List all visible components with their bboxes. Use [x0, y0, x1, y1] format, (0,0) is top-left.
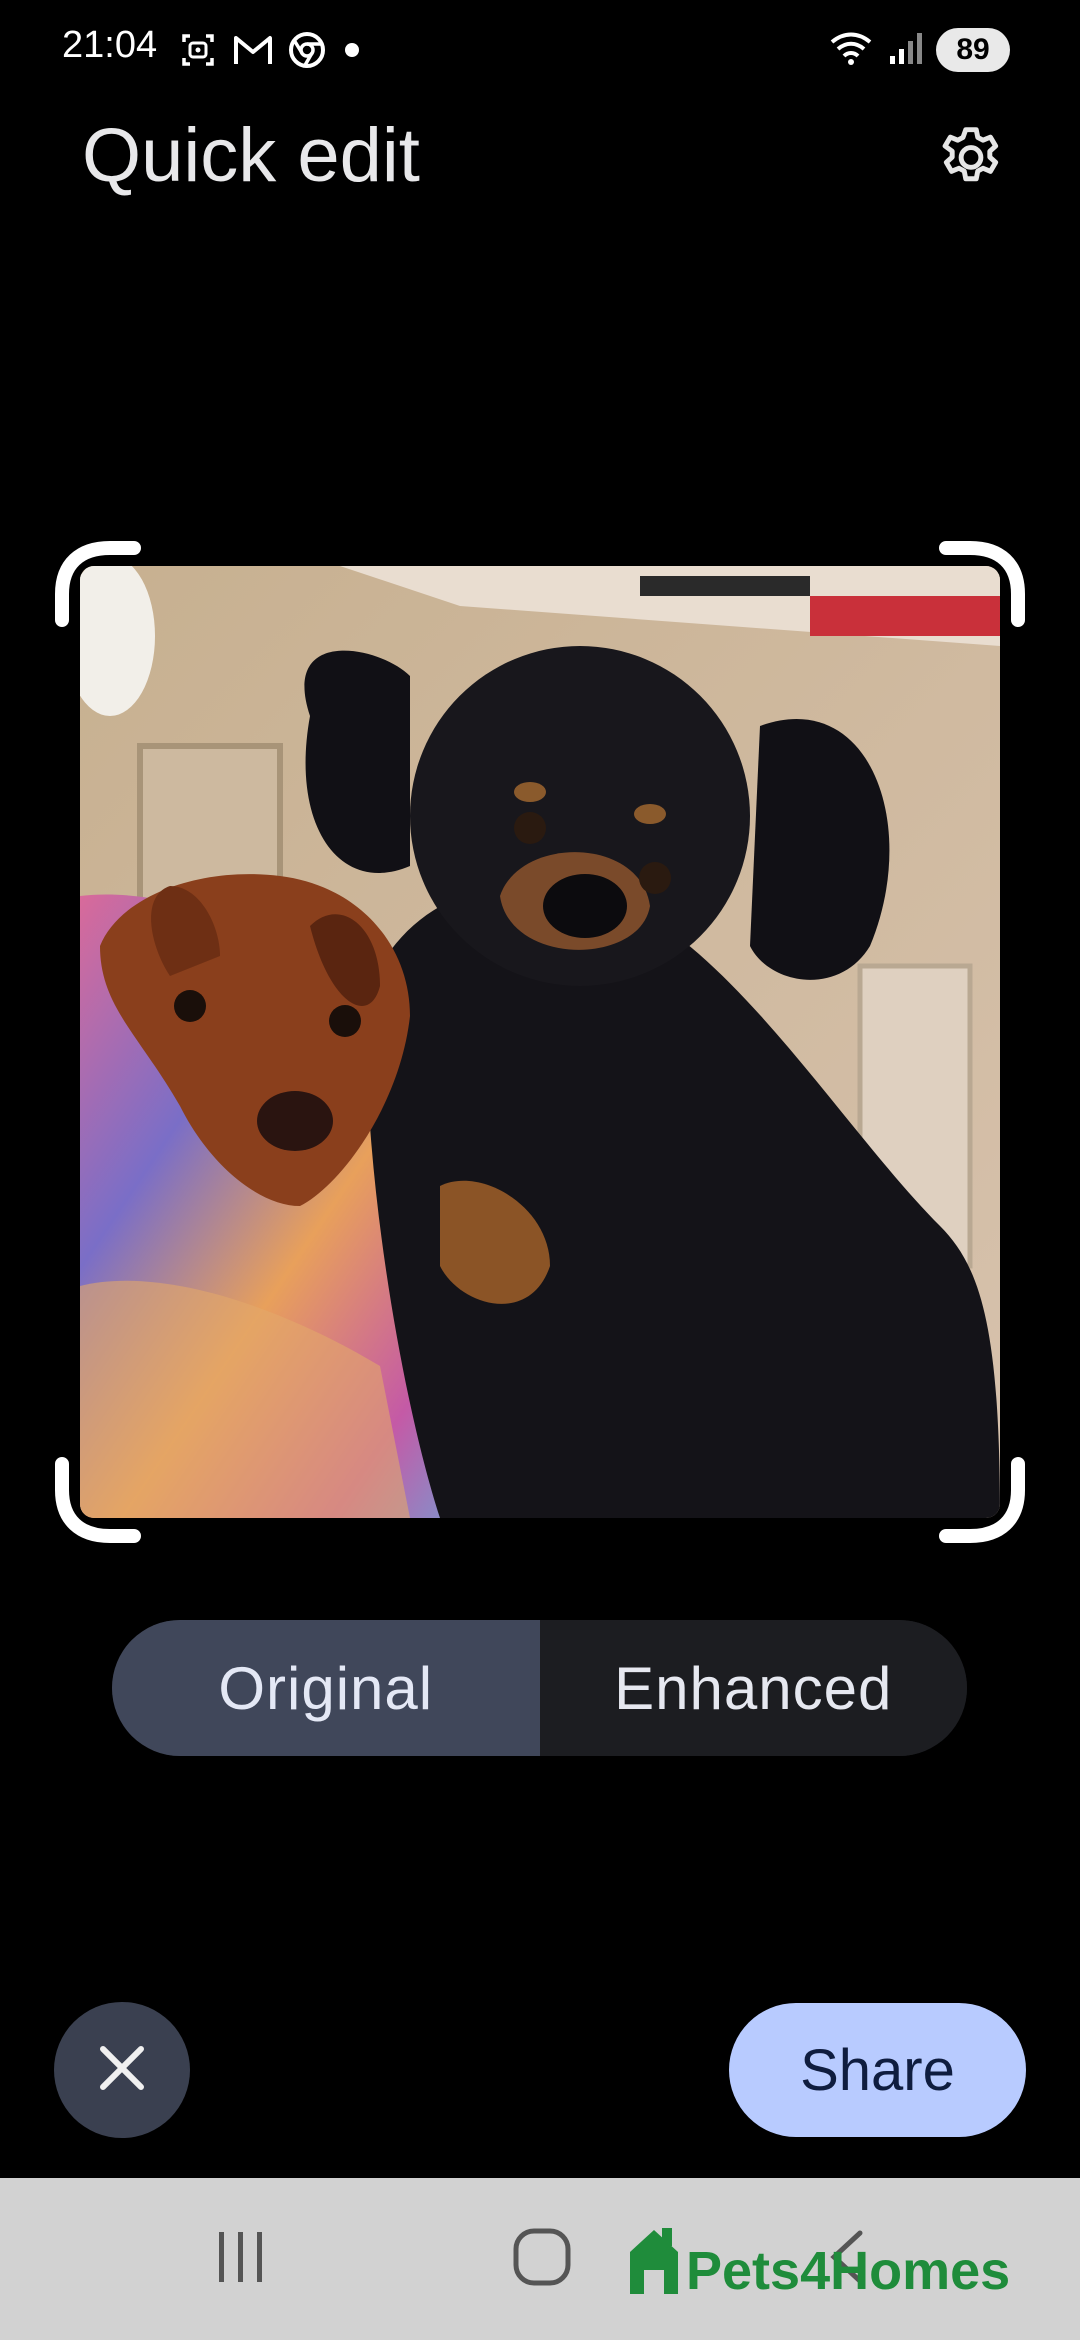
- gmail-icon: [232, 32, 274, 68]
- close-icon: [95, 2041, 149, 2099]
- battery-indicator: 89: [936, 28, 1010, 72]
- battery-level: 89: [956, 33, 990, 66]
- crop-corner-bottom-left: [55, 1457, 141, 1543]
- gear-icon: [934, 122, 1008, 200]
- share-button[interactable]: Share: [729, 2003, 1026, 2137]
- watermark-text: Pets4Homes: [686, 2241, 1011, 2301]
- settings-button[interactable]: [930, 120, 1012, 202]
- chrome-icon: [288, 31, 326, 69]
- home-icon: [511, 2226, 573, 2292]
- pets4homes-watermark: Pets4Homes: [626, 2226, 1010, 2298]
- screenshot-icon: [178, 30, 218, 70]
- toggle-original[interactable]: Original: [112, 1620, 540, 1756]
- close-button[interactable]: [54, 2002, 190, 2138]
- crop-corner-top-left: [55, 541, 141, 627]
- house-logo-icon: [626, 2226, 682, 2298]
- status-time: 21:04: [62, 24, 158, 66]
- signal-icon: [888, 28, 922, 72]
- page-title: Quick edit: [82, 113, 420, 198]
- recents-button[interactable]: [141, 2178, 341, 2340]
- crop-corner-top-right: [939, 541, 1025, 627]
- status-bar: 21:04 89: [0, 0, 1080, 104]
- dot-icon: [340, 38, 364, 62]
- original-enhanced-toggle: Original Enhanced: [112, 1620, 967, 1756]
- status-icons-right: 89: [828, 28, 1010, 72]
- recents-icon: [211, 2227, 271, 2291]
- home-button[interactable]: [442, 2178, 642, 2340]
- crop-corner-bottom-right: [939, 1457, 1025, 1543]
- wifi-icon: [828, 28, 874, 72]
- toggle-enhanced[interactable]: Enhanced: [539, 1620, 967, 1756]
- photo: [80, 566, 1000, 1518]
- photo-frame: [50, 534, 1030, 1550]
- status-icons-left: [178, 30, 364, 70]
